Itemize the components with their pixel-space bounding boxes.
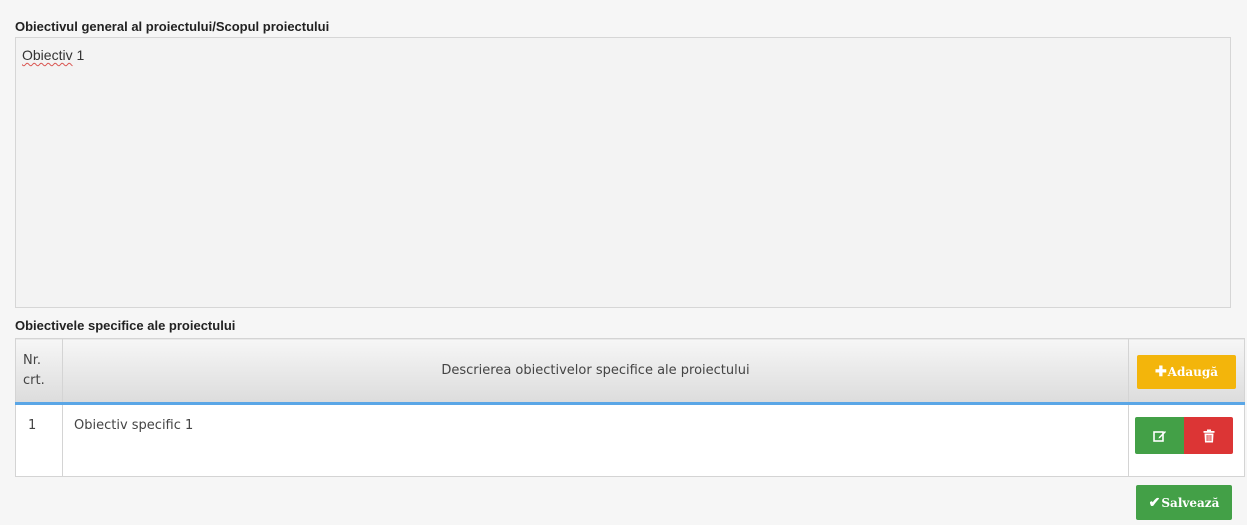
row-actions	[1128, 403, 1245, 477]
general-objective-label: Obiectivul general al proiectului/Scopul…	[15, 19, 330, 34]
general-objective-textarea[interactable]: Obiectiv 1	[15, 37, 1231, 308]
table-header-row: Nr. crt. Descrierea obiectivelor specifi…	[15, 338, 1245, 405]
column-header-description: Descrierea obiectivelor specifice ale pr…	[62, 338, 1129, 405]
edit-row-button[interactable]	[1135, 417, 1184, 454]
add-button-label: Adaugă	[1167, 364, 1219, 379]
row-nr: 1	[15, 403, 63, 477]
save-button[interactable]: ✔ Salvează	[1136, 485, 1232, 520]
save-button-label: Salvează	[1161, 495, 1220, 510]
general-objective-text-rest: 1	[72, 47, 85, 63]
table-row: 1 Obiectiv specific 1	[15, 403, 1245, 477]
column-header-nr-line1: Nr.	[23, 352, 42, 368]
specific-objectives-table: Nr. crt. Descrierea obiectivelor specifi…	[15, 338, 1245, 477]
add-objective-button[interactable]: ✚ Adaugă	[1137, 354, 1236, 389]
specific-objectives-label: Obiectivele specifice ale proiectului	[15, 318, 236, 333]
column-header-actions: ✚ Adaugă	[1128, 338, 1245, 405]
column-header-nr: Nr. crt.	[15, 338, 63, 405]
plus-icon: ✚	[1154, 363, 1167, 380]
column-header-nr-line2: crt.	[23, 372, 45, 388]
general-objective-text-word: Obiectiv	[22, 47, 73, 63]
row-description: Obiectiv specific 1	[62, 403, 1129, 477]
edit-icon	[1152, 430, 1166, 442]
check-icon: ✔	[1148, 494, 1161, 511]
trash-icon	[1203, 429, 1214, 442]
delete-row-button[interactable]	[1184, 417, 1233, 454]
